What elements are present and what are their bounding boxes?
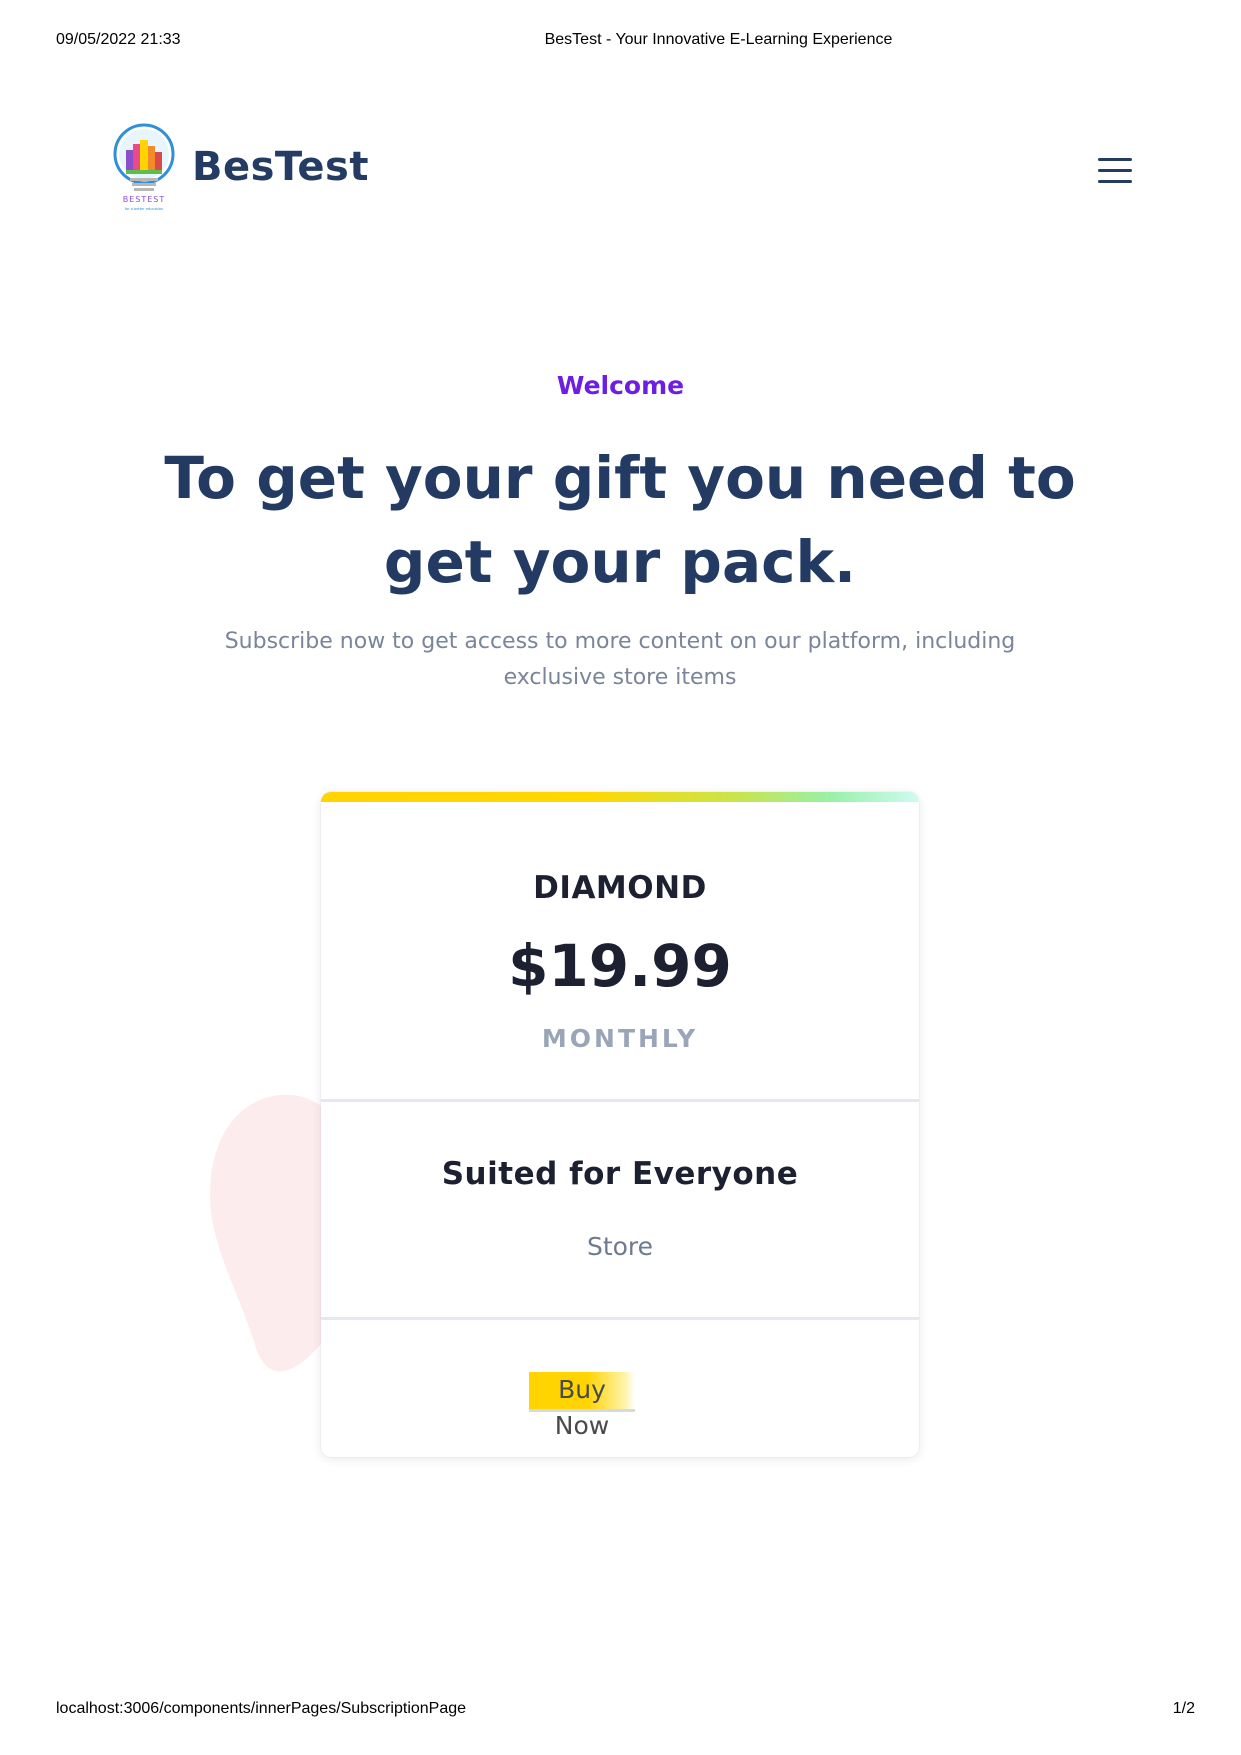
print-title: BesTest - Your Innovative E-Learning Exp… [544,31,893,48]
buy-now-button[interactable]: Buy Now [529,1372,635,1440]
card-divider [321,1317,919,1320]
hamburger-line [1098,180,1132,183]
logo-tagline: for a better education [125,207,163,211]
navbar: BESTEST for a better education BesTest [112,122,1132,214]
page-headline: To get your gift you need to get your pa… [164,444,1076,596]
pricing-card: DIAMOND $19.99 MONTHLY Suited for Everyo… [321,792,919,1457]
lightbulb-logo-icon: BESTEST for a better education [113,123,175,211]
print-page-number: 1/2 [1172,1700,1195,1717]
feature-title: Suited for Everyone [441,1156,799,1192]
card-gradient-bar [321,792,919,802]
print-url: localhost:3006/components/innerPages/Sub… [56,1700,467,1717]
hamburger-line [1098,169,1132,172]
page-subtitle: Subscribe now to get access to more cont… [224,629,1016,690]
bestest-logo[interactable]: BESTEST for a better education [112,122,176,214]
brand-name[interactable]: BesTest [192,144,369,190]
plan-price: $19.99 [508,932,732,1000]
feature-item-store: Store [586,1232,654,1261]
plan-period: MONTHLY [541,1024,699,1053]
card-divider [321,1099,919,1102]
hamburger-menu-icon[interactable] [1098,158,1132,184]
welcome-eyebrow: Welcome [556,371,685,400]
hamburger-line [1098,158,1132,161]
plan-name: DIAMOND [533,870,707,906]
plan-header: DIAMOND $19.99 MONTHLY [321,802,919,1092]
logo-text: BESTEST [123,195,166,204]
